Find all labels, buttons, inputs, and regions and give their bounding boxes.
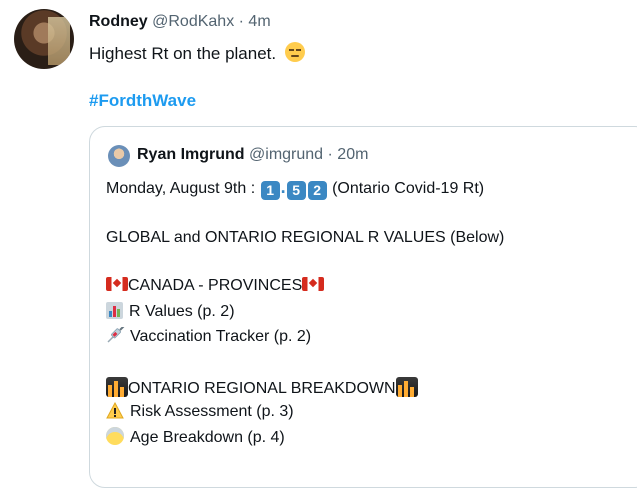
ontario-heading: ONTARIO REGIONAL BREAKDOWN	[106, 377, 418, 398]
ontario-item: Age Breakdown (p. 4)	[106, 427, 285, 447]
bar-chart-icon	[106, 302, 123, 319]
date-prefix: Monday, August 9th :	[106, 180, 256, 197]
author-handle[interactable]: @RodKahx	[152, 13, 234, 30]
warning-icon	[106, 402, 124, 419]
cityscape-icon	[395, 377, 418, 397]
keycap-digit-icon: 2	[307, 181, 327, 200]
quoted-tweet-header: Ryan Imgrund @imgrund · 20m	[137, 146, 368, 164]
date-line: Monday, August 9th : 1.52 (Ontario Covid…	[106, 177, 484, 200]
keycap-digit-icon: 5	[286, 181, 306, 200]
quoted-author-handle: @imgrund	[249, 146, 324, 163]
ontario-heading-text: ONTARIO REGIONAL BREAKDOWN	[128, 380, 396, 397]
syringe-icon	[107, 327, 125, 343]
quoted-tweet-time: 20m	[337, 146, 369, 163]
quoted-author-name: Ryan Imgrund	[137, 146, 245, 163]
hashtag-link[interactable]: #FordthWave	[89, 91, 196, 111]
quoted-tweet-card[interactable]: Ryan Imgrund @imgrund · 20m Monday, Augu…	[89, 126, 637, 488]
canada-item: R Values (p. 2)	[106, 302, 235, 321]
canada-heading: CANADA - PROVINCES	[106, 277, 325, 295]
tweet-header: Rodney @RodKahx · 4m	[89, 13, 271, 31]
cityscape-icon	[106, 377, 128, 397]
author-avatar[interactable]	[14, 9, 74, 69]
quoted-author-avatar	[108, 145, 130, 167]
ontario-item: Risk Assessment (p. 3)	[106, 402, 294, 421]
ontario-item-label: Risk Assessment (p. 3)	[130, 403, 294, 420]
tweet-time[interactable]: 4m	[248, 13, 270, 30]
unamused-face-icon	[284, 42, 305, 62]
canada-heading-text: CANADA - PROVINCES	[128, 277, 303, 294]
older-person-icon	[106, 427, 124, 445]
global-line: GLOBAL and ONTARIO REGIONAL R VALUES (Be…	[106, 229, 505, 246]
canada-item: Vaccination Tracker (p. 2)	[106, 327, 311, 346]
ontario-item-label: Age Breakdown (p. 4)	[130, 429, 285, 446]
quoted-meta-separator: ·	[327, 146, 333, 163]
canada-item-label: R Values (p. 2)	[129, 303, 235, 320]
canada-flag-icon	[302, 277, 325, 291]
canada-flag-icon	[106, 277, 128, 291]
keycap-digit-icon: 1	[260, 181, 280, 200]
rt-suffix: (Ontario Covid-19 Rt)	[332, 180, 485, 197]
canada-item-label: Vaccination Tracker (p. 2)	[130, 328, 312, 345]
tweet-text: Highest Rt on the planet.	[89, 42, 305, 64]
meta-separator: ·	[238, 13, 244, 30]
author-name[interactable]: Rodney	[89, 13, 148, 30]
decimal-point: .	[280, 177, 286, 197]
tweet-text-content: Highest Rt on the planet.	[89, 44, 277, 63]
